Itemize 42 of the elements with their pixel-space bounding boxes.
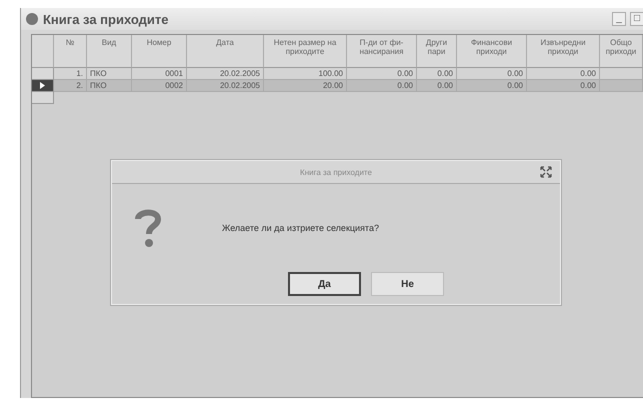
- question-icon: [134, 208, 162, 248]
- table-cell: 0.00: [347, 68, 417, 80]
- column-header[interactable]: Финансови приходи: [457, 35, 527, 68]
- table-cell: 20.02.2005: [187, 80, 264, 92]
- column-header[interactable]: Нетен размер на приходите: [264, 35, 347, 68]
- column-header[interactable]: П-ди от фи-нансирания: [347, 35, 417, 68]
- dialog-button[interactable]: Не: [371, 272, 444, 296]
- table-cell: 2.: [54, 80, 87, 92]
- table-cell: ПКО: [87, 80, 132, 92]
- dialog-message: Желаете ли да изтриете селекцията?: [222, 223, 379, 233]
- table-cell: 0002: [132, 80, 187, 92]
- table-cell: 0.00: [457, 80, 527, 92]
- expand-icon[interactable]: [540, 166, 552, 178]
- table-cell: 0.00: [457, 68, 527, 80]
- table-row[interactable]: 1. ПКО 0001 20.02.2005 100.00 0.00 0.00 0.00 0.00: [32, 68, 643, 80]
- table-cell: 0.00: [527, 80, 600, 92]
- dialog-title: Книга за приходите: [300, 168, 372, 176]
- column-header[interactable]: Други пари: [417, 35, 457, 68]
- table-cell: 20.02.2005: [187, 68, 264, 80]
- table-cell: 0001: [132, 68, 187, 80]
- table-cell: 1.: [54, 68, 87, 80]
- app-icon: [25, 12, 39, 26]
- column-header[interactable]: Дата: [187, 35, 264, 68]
- window-control[interactable]: _: [612, 12, 626, 26]
- column-header[interactable]: Номер: [132, 35, 187, 68]
- column-header[interactable]: Вид: [87, 35, 132, 68]
- window-title: Книга за приходите: [43, 12, 170, 26]
- table-cell: 20.00: [264, 80, 347, 92]
- row-pointer-icon: [40, 82, 45, 89]
- column-header[interactable]: №: [54, 35, 87, 68]
- column-header[interactable]: Общо приходи: [600, 35, 643, 68]
- dialog-button[interactable]: Да: [288, 272, 361, 296]
- table-cell: 100.00: [264, 68, 347, 80]
- table-row[interactable]: 2. ПКО 0002 20.02.2005 20.00 0.00 0.00 0.00 0.00: [32, 80, 643, 92]
- table-cell: 0.00: [417, 68, 457, 80]
- column-header[interactable]: Извънредни приходи: [527, 35, 600, 68]
- row-indicator[interactable]: [32, 80, 54, 92]
- table-cell: 0.00: [417, 80, 457, 92]
- table-cell: ПКО: [87, 68, 132, 80]
- table-cell: 0.00: [347, 80, 417, 92]
- window-control[interactable]: □: [630, 12, 643, 26]
- table-cell: 0.00: [527, 68, 600, 80]
